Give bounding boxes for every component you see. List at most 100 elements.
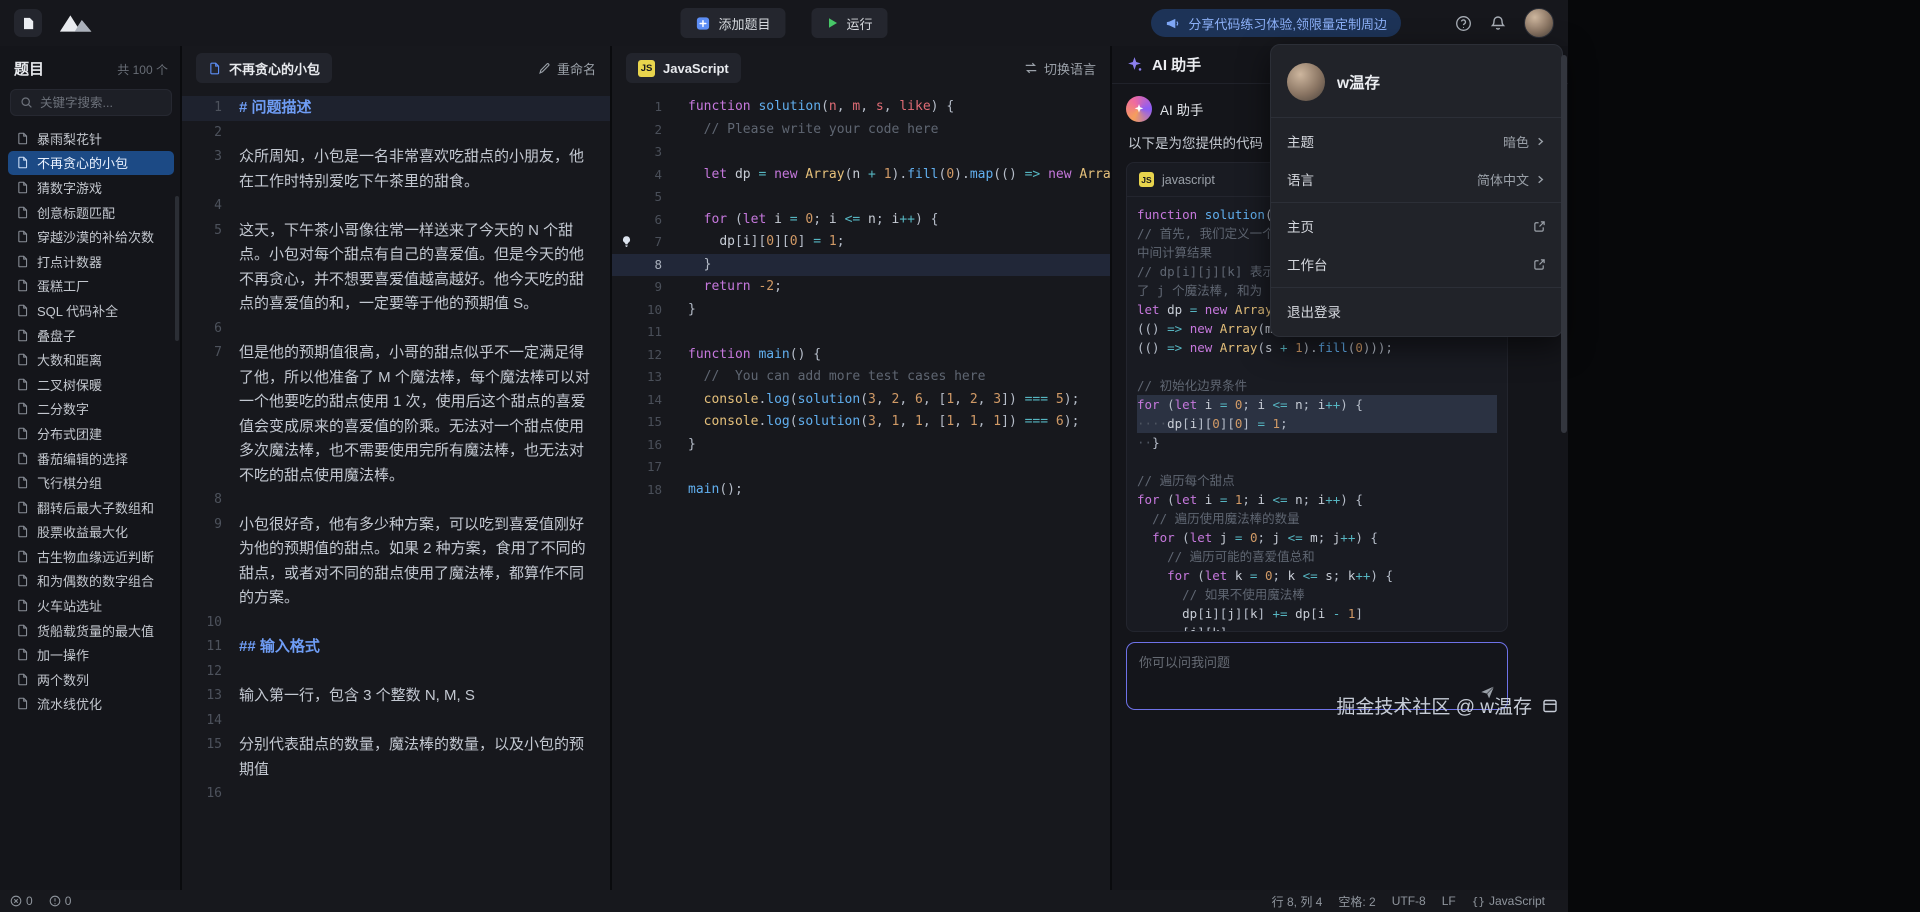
- notifications-button[interactable]: [1490, 15, 1506, 31]
- help-button[interactable]: [1455, 15, 1472, 32]
- search-box[interactable]: [10, 89, 172, 116]
- file-icon: [16, 304, 29, 317]
- sparkle-icon: [1126, 56, 1143, 73]
- sidebar-item[interactable]: 流水线优化: [8, 692, 174, 717]
- sidebar-item[interactable]: 大数和距离: [8, 347, 174, 372]
- code-line[interactable]: 1function solution(n, m, s, like) {: [612, 96, 1110, 119]
- scrollbar[interactable]: [1561, 55, 1567, 433]
- sidebar-item[interactable]: 货船载货量的最大值: [8, 618, 174, 643]
- sidebar-item[interactable]: 番茄编辑的选择: [8, 446, 174, 471]
- line-number: 18: [612, 479, 662, 502]
- code-line[interactable]: 14 console.log(solution(3, 2, 6, [1, 2, …: [612, 389, 1110, 412]
- file-icon: [16, 353, 29, 366]
- code-lines[interactable]: 1function solution(n, m, s, like) {2 // …: [612, 90, 1110, 501]
- sidebar-item[interactable]: 暴雨梨花针: [8, 126, 174, 151]
- sidebar-item[interactable]: 蛋糕工厂: [8, 274, 174, 299]
- code-line[interactable]: 3: [612, 141, 1110, 164]
- sidebar-item-label: SQL 代码补全: [37, 301, 118, 320]
- sidebar-item-label: 火车站选址: [37, 596, 102, 615]
- errors-indicator[interactable]: 0: [10, 894, 33, 908]
- external-link-icon: [1533, 258, 1546, 271]
- code-line[interactable]: 10}: [612, 299, 1110, 322]
- sidebar-item[interactable]: 不再贪心的小包: [8, 151, 174, 176]
- code-line[interactable]: 6 for (let i = 0; i <= n; i++) {: [612, 209, 1110, 232]
- code-line[interactable]: 5: [612, 186, 1110, 209]
- sidebar-item[interactable]: 叠盘子: [8, 323, 174, 348]
- run-button[interactable]: 运行: [812, 8, 888, 38]
- share-banner-button[interactable]: 分享代码练习体验,领限量定制周边: [1151, 9, 1401, 37]
- sidebar-item[interactable]: 二叉树保暖: [8, 372, 174, 397]
- code-line[interactable]: 16}: [612, 434, 1110, 457]
- problem-line: 10: [182, 611, 610, 636]
- sidebar-item[interactable]: 二分数字: [8, 397, 174, 422]
- line-number: 2: [612, 119, 662, 142]
- encoding-setting[interactable]: UTF-8: [1392, 894, 1426, 908]
- line-number: 6: [612, 209, 662, 232]
- sidebar-item[interactable]: 穿越沙漠的补给次数: [8, 224, 174, 249]
- sidebar-item[interactable]: 加一操作: [8, 642, 174, 667]
- ai-code-line: ··}: [1137, 433, 1497, 452]
- user-avatar[interactable]: [1524, 8, 1554, 38]
- sidebar-item[interactable]: 古生物血缘远近判断: [8, 544, 174, 569]
- problem-line: 13输入第一行，包含 3 个整数 N, M, S: [182, 684, 610, 709]
- file-icon: [16, 132, 29, 145]
- sidebar-item[interactable]: 猜数字游戏: [8, 175, 174, 200]
- code-line[interactable]: 18main();: [612, 479, 1110, 502]
- file-icon: [16, 599, 29, 612]
- sidebar-item[interactable]: 打点计数器: [8, 249, 174, 274]
- menu-item-theme[interactable]: 主题 暗色: [1271, 122, 1562, 160]
- language-mode[interactable]: {}JavaScript: [1472, 894, 1545, 908]
- code-line[interactable]: 11: [612, 321, 1110, 344]
- file-icon: [16, 550, 29, 563]
- file-icon: [16, 230, 29, 243]
- code-line[interactable]: 2 // Please write your code here: [612, 119, 1110, 142]
- menu-item-logout[interactable]: 退出登录: [1271, 292, 1562, 330]
- sidebar-item[interactable]: 股票收益最大化: [8, 520, 174, 545]
- menu-item-home[interactable]: 主页: [1271, 207, 1562, 245]
- js-badge-icon: JS: [638, 60, 655, 77]
- sidebar-item[interactable]: 翻转后最大子数组和: [8, 495, 174, 520]
- file-icon: [16, 378, 29, 391]
- problem-line: 15分别代表甜点的数量，魔法棒的数量，以及小包的预期值: [182, 733, 610, 782]
- mountain-logo[interactable]: [58, 12, 98, 34]
- menu-item-language[interactable]: 语言 简体中文: [1271, 160, 1562, 198]
- quickfix-bulb-icon[interactable]: [620, 235, 633, 248]
- indentation-setting[interactable]: 空格: 2: [1338, 893, 1375, 910]
- braces-icon: {}: [1472, 895, 1485, 908]
- code-line[interactable]: 9 return -2;: [612, 276, 1110, 299]
- problem-line: 14: [182, 709, 610, 734]
- code-line[interactable]: 15 console.log(solution(3, 1, 1, [1, 1, …: [612, 411, 1110, 434]
- sidebar-item[interactable]: 分布式团建: [8, 421, 174, 446]
- problem-title-tab[interactable]: 不再贪心的小包: [196, 53, 332, 83]
- code-line[interactable]: 13 // You can add more test cases here: [612, 366, 1110, 389]
- language-tab[interactable]: JS JavaScript: [626, 53, 741, 83]
- sidebar-item[interactable]: SQL 代码补全: [8, 298, 174, 323]
- rename-button[interactable]: 重命名: [538, 59, 596, 78]
- eol-setting[interactable]: LF: [1442, 894, 1456, 908]
- code-line[interactable]: 8 }: [612, 254, 1110, 277]
- sidebar-item[interactable]: 火车站选址: [8, 593, 174, 618]
- sidebar-item[interactable]: 和为偶数的数字组合: [8, 569, 174, 594]
- language-label: JavaScript: [663, 61, 729, 76]
- sidebar-item[interactable]: 飞行棋分组: [8, 470, 174, 495]
- warnings-indicator[interactable]: 0: [49, 894, 72, 908]
- search-input[interactable]: [40, 96, 162, 110]
- sidebar-item-label: 古生物血缘远近判断: [37, 547, 154, 566]
- sidebar-item[interactable]: 两个数列: [8, 667, 174, 692]
- ai-panel-title: AI 助手: [1152, 54, 1201, 75]
- sidebar-item[interactable]: 创意标题匹配: [8, 200, 174, 225]
- sidebar-scrollbar[interactable]: [175, 196, 179, 341]
- run-label: 运行: [847, 14, 873, 33]
- problem-line: 16: [182, 782, 610, 807]
- menu-item-workspace[interactable]: 工作台: [1271, 245, 1562, 283]
- code-line[interactable]: 17: [612, 456, 1110, 479]
- switch-language-button[interactable]: 切换语言: [1024, 59, 1096, 78]
- code-line[interactable]: 12function main() {: [612, 344, 1110, 367]
- cursor-position[interactable]: 行 8, 列 4: [1272, 893, 1323, 910]
- app-logo[interactable]: [14, 9, 42, 37]
- ai-code-line: [1137, 357, 1497, 376]
- code-line[interactable]: 4 let dp = new Array(n + 1).fill(0).map(…: [612, 164, 1110, 187]
- bell-icon: [1490, 15, 1506, 31]
- code-line[interactable]: 7 dp[i][0][0] = 1;: [612, 231, 1110, 254]
- add-problem-button[interactable]: 添加题目: [680, 8, 785, 38]
